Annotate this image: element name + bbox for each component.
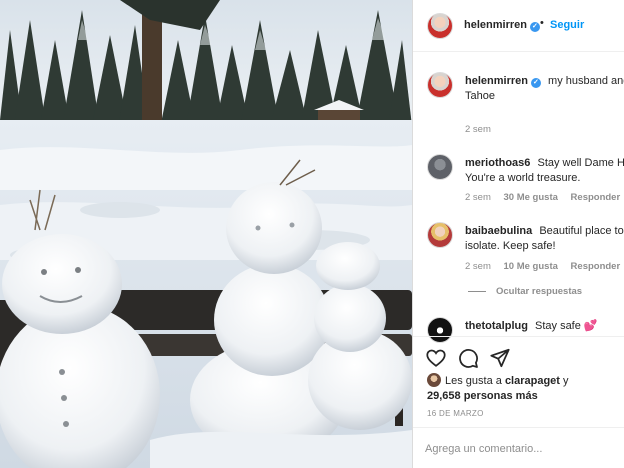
liker-avatar[interactable] bbox=[427, 373, 441, 387]
heart-icon[interactable] bbox=[425, 347, 447, 369]
author-username[interactable]: helenmirren ✓ bbox=[464, 19, 540, 32]
header-separator: • bbox=[540, 17, 544, 29]
comment-time[interactable]: 2 sem bbox=[465, 261, 491, 272]
author-avatar[interactable] bbox=[427, 13, 453, 39]
caption-username-text[interactable]: helenmirren bbox=[465, 75, 528, 87]
caption-meta: 2 sem bbox=[465, 124, 501, 135]
verified-badge-icon: ✓ bbox=[530, 78, 541, 88]
hide-replies-button[interactable]: Ocultar respuestas bbox=[468, 286, 582, 297]
reply-button[interactable]: Responder bbox=[571, 261, 621, 272]
share-icon[interactable] bbox=[489, 347, 511, 369]
comment-likes[interactable]: 30 Me gusta bbox=[504, 192, 558, 203]
comment-text: Stay well Dame Helen bbox=[537, 157, 624, 169]
likes-prefix: Les gusta a bbox=[445, 375, 502, 387]
commenter-avatar[interactable] bbox=[427, 222, 453, 248]
comment-time[interactable]: 2 sem bbox=[465, 192, 491, 203]
comment-text-line2: isolate. Keep safe! bbox=[465, 240, 556, 252]
author-username-text[interactable]: helenmirren bbox=[464, 19, 527, 31]
likes-summary: Les gusta a clarapaget y 29,658 personas… bbox=[427, 373, 624, 404]
post-actions: Les gusta a clarapaget y 29,658 personas… bbox=[413, 336, 624, 468]
liker-username[interactable]: clarapaget bbox=[505, 375, 560, 387]
heart-emoji-icon: 💕 bbox=[583, 320, 598, 332]
comment-likes[interactable]: 10 Me gusta bbox=[504, 261, 558, 272]
add-comment-bar bbox=[413, 427, 624, 468]
follow-button[interactable]: Seguir bbox=[550, 19, 584, 31]
likes-count[interactable]: 29,658 personas más bbox=[427, 390, 538, 402]
caption-time[interactable]: 2 sem bbox=[465, 124, 491, 135]
comment-icon[interactable] bbox=[457, 347, 479, 369]
post-sidebar: helenmirren ✓ • Seguir helenmirren ✓ my hu… bbox=[412, 0, 624, 468]
comment-text-block: baibaebulina Beautiful place to isolate.… bbox=[465, 224, 624, 254]
comment-text: Beautiful place to bbox=[539, 225, 624, 237]
caption-text-line2: Tahoe bbox=[465, 90, 495, 102]
caption-text-block: helenmirren✓ my husband and I self isola… bbox=[465, 74, 624, 104]
post-photo[interactable] bbox=[0, 0, 412, 468]
comment-meta: 2 sem 30 Me gusta Responder bbox=[465, 192, 624, 203]
commenter-username[interactable]: thetotalplug bbox=[465, 320, 528, 332]
caption-username[interactable]: helenmirren ✓ bbox=[465, 75, 541, 88]
reply-button[interactable]: Responder bbox=[571, 192, 621, 203]
comment-meta: 2 sem 10 Me gusta Responder bbox=[465, 261, 624, 272]
likes-joiner: y bbox=[563, 375, 569, 387]
post-header: helenmirren ✓ • Seguir bbox=[413, 0, 624, 52]
hide-replies-label: Ocultar respuestas bbox=[496, 286, 583, 297]
commenter-username[interactable]: meriothoas6 bbox=[465, 157, 530, 169]
verified-badge-icon: ✓ bbox=[529, 22, 540, 32]
comment-input[interactable] bbox=[425, 440, 615, 458]
caption-avatar[interactable] bbox=[427, 72, 453, 98]
commenter-username[interactable]: baibaebulina bbox=[465, 225, 532, 237]
caption-text: my husband and I self isolating at Lake bbox=[548, 75, 624, 87]
hide-replies-line bbox=[468, 290, 486, 292]
snowmen-photo bbox=[0, 0, 412, 468]
commenter-avatar[interactable] bbox=[427, 154, 453, 180]
comment-text: Stay safe bbox=[535, 320, 581, 332]
comment-text-block: meriothoas6 Stay well Dame Helen You're … bbox=[465, 156, 624, 186]
comment-text-block: thetotalplug Stay safe 💕 bbox=[465, 319, 624, 334]
post-date[interactable]: 16 DE MARZO bbox=[427, 409, 484, 418]
comment-text-line2: You're a world treasure. bbox=[465, 172, 581, 184]
